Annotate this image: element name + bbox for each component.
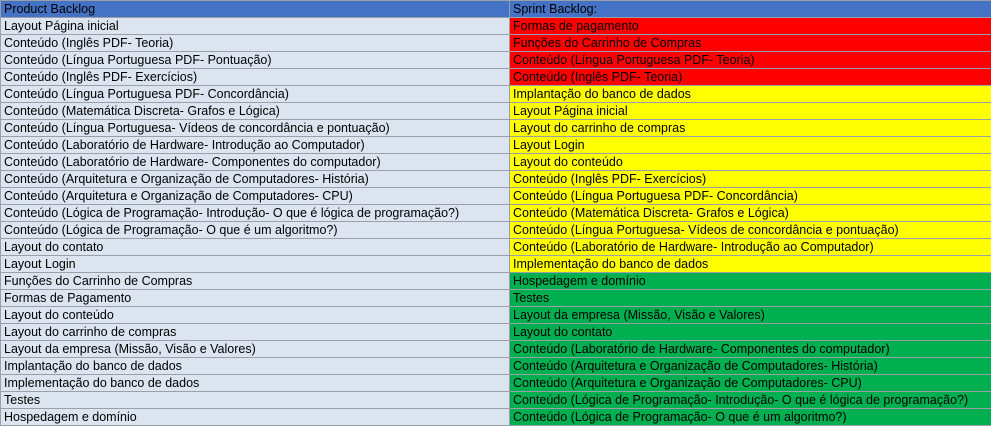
table-row: Implantação do banco de dadosConteúdo (A… bbox=[1, 358, 991, 375]
product-backlog-cell[interactable]: Layout Login bbox=[1, 256, 510, 273]
table-row: Layout do carrinho de comprasLayout do c… bbox=[1, 324, 991, 341]
sprint-backlog-cell[interactable]: Conteúdo (Inglês PDF- Exercícios) bbox=[510, 171, 991, 188]
table-row: Conteúdo (Língua Portuguesa- Vídeos de c… bbox=[1, 120, 991, 137]
product-backlog-cell[interactable]: Conteúdo (Língua Portuguesa- Vídeos de c… bbox=[1, 120, 510, 137]
product-backlog-cell[interactable]: Layout Página inicial bbox=[1, 18, 510, 35]
sprint-backlog-cell[interactable]: Implementação do banco de dados bbox=[510, 256, 991, 273]
table-row: Layout LoginImplementação do banco de da… bbox=[1, 256, 991, 273]
table-row: Layout do conteúdoLayout da empresa (Mis… bbox=[1, 307, 991, 324]
sprint-backlog-cell[interactable]: Conteúdo (Laboratório de Hardware- Intro… bbox=[510, 239, 991, 256]
product-backlog-cell[interactable]: Conteúdo (Inglês PDF- Teoria) bbox=[1, 35, 510, 52]
product-backlog-cell[interactable]: Conteúdo (Lógica de Programação- Introdu… bbox=[1, 205, 510, 222]
sprint-backlog-cell[interactable]: Layout do conteúdo bbox=[510, 154, 991, 171]
backlog-rows: Layout Página inicialFormas de pagamento… bbox=[1, 18, 991, 426]
sprint-backlog-cell[interactable]: Layout do carrinho de compras bbox=[510, 120, 991, 137]
sprint-backlog-cell[interactable]: Formas de pagamento bbox=[510, 18, 991, 35]
product-backlog-cell[interactable]: Conteúdo (Inglês PDF- Exercícios) bbox=[1, 69, 510, 86]
sprint-backlog-cell[interactable]: Layout Login bbox=[510, 137, 991, 154]
table-row: Formas de PagamentoTestes bbox=[1, 290, 991, 307]
sprint-backlog-cell[interactable]: Layout da empresa (Missão, Visão e Valor… bbox=[510, 307, 991, 324]
sprint-backlog-cell[interactable]: Funções do Carrinho de Compras bbox=[510, 35, 991, 52]
table-row: Conteúdo (Inglês PDF- Teoria)Funções do … bbox=[1, 35, 991, 52]
sprint-backlog-cell[interactable]: Conteúdo (Matemática Discreta- Grafos e … bbox=[510, 205, 991, 222]
product-backlog-cell[interactable]: Layout da empresa (Missão, Visão e Valor… bbox=[1, 341, 510, 358]
table-row: Conteúdo (Inglês PDF- Exercícios)Conteúd… bbox=[1, 69, 991, 86]
table-row: Conteúdo (Língua Portuguesa PDF- Pontuaç… bbox=[1, 52, 991, 69]
table-row: Funções do Carrinho de ComprasHospedagem… bbox=[1, 273, 991, 290]
sprint-backlog-header[interactable]: Sprint Backlog: bbox=[510, 1, 991, 18]
sprint-backlog-cell[interactable]: Conteúdo (Lógica de Programação- Introdu… bbox=[510, 392, 991, 409]
product-backlog-cell[interactable]: Conteúdo (Arquitetura e Organização de C… bbox=[1, 171, 510, 188]
table-row: Conteúdo (Língua Portuguesa PDF- Concord… bbox=[1, 86, 991, 103]
table-row: Layout da empresa (Missão, Visão e Valor… bbox=[1, 341, 991, 358]
sprint-backlog-cell[interactable]: Conteúdo (Arquitetura e Organização de C… bbox=[510, 375, 991, 392]
product-backlog-cell[interactable]: Layout do conteúdo bbox=[1, 307, 510, 324]
product-backlog-cell[interactable]: Conteúdo (Língua Portuguesa PDF- Pontuaç… bbox=[1, 52, 510, 69]
table-row: Implementação do banco de dadosConteúdo … bbox=[1, 375, 991, 392]
product-backlog-cell[interactable]: Implantação do banco de dados bbox=[1, 358, 510, 375]
table-row: Conteúdo (Lógica de Programação- Introdu… bbox=[1, 205, 991, 222]
sprint-backlog-cell[interactable]: Conteúdo (Arquitetura e Organização de C… bbox=[510, 358, 991, 375]
product-backlog-cell[interactable]: Implementação do banco de dados bbox=[1, 375, 510, 392]
header-row: Product Backlog Sprint Backlog: bbox=[1, 1, 991, 18]
product-backlog-cell[interactable]: Funções do Carrinho de Compras bbox=[1, 273, 510, 290]
table-row: Layout do contatoConteúdo (Laboratório d… bbox=[1, 239, 991, 256]
sprint-backlog-cell[interactable]: Conteúdo (Língua Portuguesa PDF- Concord… bbox=[510, 188, 991, 205]
product-backlog-cell[interactable]: Conteúdo (Lógica de Programação- O que é… bbox=[1, 222, 510, 239]
product-backlog-cell[interactable]: Formas de Pagamento bbox=[1, 290, 510, 307]
sprint-backlog-cell[interactable]: Conteúdo (Inglês PDF- Teoria) bbox=[510, 69, 991, 86]
product-backlog-cell[interactable]: Conteúdo (Língua Portuguesa PDF- Concord… bbox=[1, 86, 510, 103]
table-row: Conteúdo (Lógica de Programação- O que é… bbox=[1, 222, 991, 239]
sprint-backlog-cell[interactable]: Implantação do banco de dados bbox=[510, 86, 991, 103]
product-backlog-cell[interactable]: Conteúdo (Matemática Discreta- Grafos e … bbox=[1, 103, 510, 120]
table-row: Conteúdo (Laboratório de Hardware- Intro… bbox=[1, 137, 991, 154]
sprint-backlog-cell[interactable]: Conteúdo (Língua Portuguesa- Vídeos de c… bbox=[510, 222, 991, 239]
sprint-backlog-cell[interactable]: Conteúdo (Laboratório de Hardware- Compo… bbox=[510, 341, 991, 358]
table-row: Conteúdo (Laboratório de Hardware- Compo… bbox=[1, 154, 991, 171]
sprint-backlog-cell[interactable]: Layout Página inicial bbox=[510, 103, 991, 120]
table-row: Layout Página inicialFormas de pagamento bbox=[1, 18, 991, 35]
table-row: Conteúdo (Matemática Discreta- Grafos e … bbox=[1, 103, 991, 120]
product-backlog-cell[interactable]: Testes bbox=[1, 392, 510, 409]
product-backlog-cell[interactable]: Conteúdo (Laboratório de Hardware- Compo… bbox=[1, 154, 510, 171]
table-row: Conteúdo (Arquitetura e Organização de C… bbox=[1, 171, 991, 188]
table-row: Conteúdo (Arquitetura e Organização de C… bbox=[1, 188, 991, 205]
sprint-backlog-cell[interactable]: Conteúdo (Língua Portuguesa PDF- Teoria) bbox=[510, 52, 991, 69]
product-backlog-cell[interactable]: Conteúdo (Arquitetura e Organização de C… bbox=[1, 188, 510, 205]
sprint-backlog-cell[interactable]: Testes bbox=[510, 290, 991, 307]
product-backlog-cell[interactable]: Layout do contato bbox=[1, 239, 510, 256]
sprint-backlog-cell[interactable]: Hospedagem e domínio bbox=[510, 273, 991, 290]
product-backlog-cell[interactable]: Conteúdo (Laboratório de Hardware- Intro… bbox=[1, 137, 510, 154]
sprint-backlog-cell[interactable]: Layout do contato bbox=[510, 324, 991, 341]
table-row: TestesConteúdo (Lógica de Programação- I… bbox=[1, 392, 991, 409]
product-backlog-cell[interactable]: Layout do carrinho de compras bbox=[1, 324, 510, 341]
product-backlog-header[interactable]: Product Backlog bbox=[1, 1, 510, 18]
backlog-spreadsheet: Product Backlog Sprint Backlog: Layout P… bbox=[0, 0, 991, 426]
